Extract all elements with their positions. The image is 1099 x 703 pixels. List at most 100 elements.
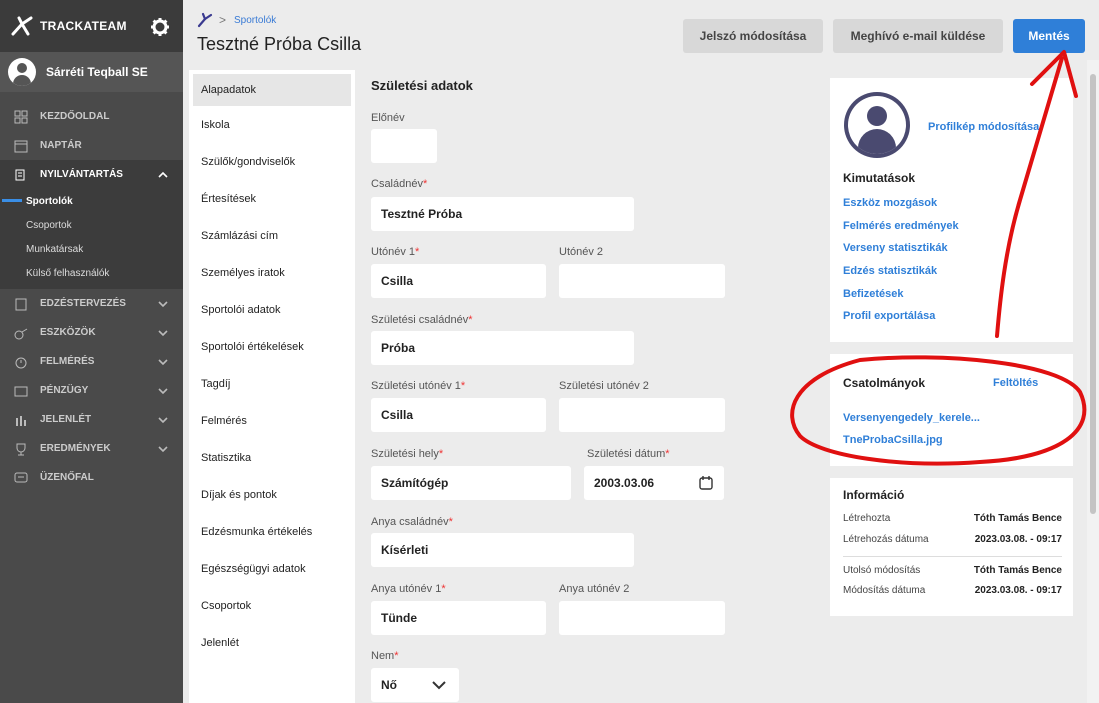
breadcrumb: > Sportolók	[197, 12, 276, 28]
scrollbar[interactable]	[1087, 60, 1099, 703]
field-label: Utónév 1*	[371, 246, 419, 258]
birth-given-name-2-input[interactable]	[559, 398, 725, 432]
birth-given-name-1-input[interactable]: Csilla	[371, 398, 546, 432]
label-text: Születési dátum	[587, 448, 666, 460]
nav-item-finance[interactable]: PÉNZÜGY	[0, 376, 183, 405]
required-mark: *	[460, 380, 466, 392]
calendar-icon	[14, 139, 28, 153]
tab-personal-documents[interactable]: Személyes iratok	[189, 254, 355, 291]
tab-billing-address[interactable]: Számlázási cím	[189, 217, 355, 254]
change-profile-photo-link[interactable]: Profilkép módosítása	[928, 121, 1039, 133]
tab-statistics[interactable]: Statisztika	[189, 439, 355, 476]
stats-title: Kimutatások	[843, 171, 916, 185]
tab-basic-data[interactable]: Alapadatok	[193, 74, 351, 106]
attachment-file-link[interactable]: TneProbaCsilla.jpg	[843, 434, 943, 446]
modified-at-label: Módosítás dátuma	[843, 585, 926, 596]
nav-item-dashboard[interactable]: KEZDŐOLDAL	[0, 102, 183, 131]
tab-training-evaluation[interactable]: Edzésmunka értékelés	[189, 513, 355, 550]
link-export-profile[interactable]: Profil exportálása	[843, 310, 935, 322]
link-assessment-results[interactable]: Felmérés eredmények	[843, 220, 959, 232]
gender-value: Nő	[381, 678, 397, 692]
birth-date-input[interactable]: 2003.03.06	[584, 466, 724, 500]
attendance-icon	[14, 413, 28, 427]
runner-icon	[197, 12, 213, 28]
nav-item-training-plan[interactable]: EDZÉSTERVEZÉS	[0, 289, 183, 318]
sidebar-item-staff[interactable]: Munkatársak	[0, 237, 183, 261]
chevron-down-icon	[158, 417, 168, 424]
nav-item-equipment[interactable]: ESZKÖZÖK	[0, 318, 183, 347]
tab-athlete-data[interactable]: Sportolói adatok	[189, 291, 355, 328]
sub-label: Sportolók	[26, 195, 73, 207]
calendar-icon[interactable]	[698, 475, 714, 491]
wallet-icon	[14, 384, 28, 398]
created-at-value: 2023.03.08. - 09:17	[974, 534, 1062, 545]
trophy-icon	[14, 442, 28, 456]
tab-school[interactable]: Iskola	[189, 106, 355, 143]
required-mark: *	[665, 448, 670, 460]
change-password-button[interactable]: Jelszó módosítása	[683, 19, 823, 53]
sidebar: TRACKATEAM Sárréti Teqball SE KEZDŐOLDAL…	[0, 0, 183, 703]
nav-item-registry[interactable]: NYILVÁNTARTÁS	[0, 160, 183, 189]
profile-avatar[interactable]	[844, 92, 910, 158]
breadcrumb-link-athletes[interactable]: Sportolók	[234, 15, 276, 26]
tab-membership-fee[interactable]: Tagdíj	[189, 365, 355, 402]
link-competition-stats[interactable]: Verseny statisztikák	[843, 242, 948, 254]
tab-notifications[interactable]: Értesítések	[189, 180, 355, 217]
brand[interactable]: TRACKATEAM	[0, 0, 183, 52]
nav-item-results[interactable]: EREDMÉNYEK	[0, 434, 183, 463]
runner-logo-icon	[11, 16, 33, 36]
nav-label: FELMÉRÉS	[40, 356, 95, 367]
modified-by-value: Tóth Tamás Bence	[973, 565, 1062, 576]
avatar-inner	[848, 96, 906, 154]
link-training-stats[interactable]: Edzés statisztikák	[843, 265, 937, 277]
scrollbar-thumb[interactable]	[1090, 74, 1096, 514]
birth-family-name-input[interactable]: Próba	[371, 331, 634, 365]
mother-given-name-1-input[interactable]: Tünde	[371, 601, 546, 635]
nav-item-message-board[interactable]: ÜZENŐFAL	[0, 463, 183, 492]
sub-label: Csoportok	[26, 219, 72, 231]
tab-parents[interactable]: Szülők/gondviselők	[189, 143, 355, 180]
tab-health-data[interactable]: Egészségügyi adatok	[189, 550, 355, 587]
mother-family-name-input[interactable]: Kísérleti	[371, 533, 634, 567]
club-avatar	[8, 58, 36, 86]
nav-item-assessment[interactable]: FELMÉRÉS	[0, 347, 183, 376]
label-text: Anya utónév 1	[371, 583, 442, 595]
prefix-input[interactable]	[371, 129, 437, 163]
info-title: Információ	[843, 488, 905, 502]
mother-given-name-2-input[interactable]	[559, 601, 725, 635]
link-payments[interactable]: Befizetések	[843, 288, 904, 300]
upload-link[interactable]: Feltöltés	[993, 377, 1038, 389]
nav-item-calendar[interactable]: NAPTÁR	[0, 131, 183, 160]
label-text: Utónév 2	[559, 246, 604, 258]
field-label: Anya családnév*	[371, 516, 453, 528]
club-switcher[interactable]: Sárréti Teqball SE	[0, 52, 183, 92]
attachments-title: Csatolmányok	[843, 376, 926, 390]
sidebar-item-external-users[interactable]: Külső felhasználók	[0, 261, 183, 285]
field-label: Születési hely*	[371, 448, 443, 460]
label-text: Előnév	[371, 112, 405, 124]
send-invite-button[interactable]: Meghívó e-mail küldése	[833, 19, 1003, 53]
tab-groups[interactable]: Csoportok	[189, 587, 355, 624]
attachment-file-link[interactable]: Versenyengedely_kerele...	[843, 412, 980, 424]
save-button[interactable]: Mentés	[1013, 19, 1085, 53]
gear-icon[interactable]	[150, 17, 170, 37]
whistle-icon	[14, 326, 28, 340]
nav-item-attendance[interactable]: JELENLÉT	[0, 405, 183, 434]
required-mark: *	[438, 448, 444, 460]
required-mark: *	[415, 246, 420, 258]
birth-place-input[interactable]: Számítógép	[371, 466, 571, 500]
registry-icon	[14, 168, 28, 182]
info-panel: Információ Létrehozta Tóth Tamás Bence L…	[830, 478, 1073, 616]
tab-attendance[interactable]: Jelenlét	[189, 624, 355, 661]
sidebar-item-athletes[interactable]: Sportolók	[0, 189, 183, 213]
link-equipment-movements[interactable]: Eszköz mozgások	[843, 197, 937, 209]
tab-athlete-evaluations[interactable]: Sportolói értékelések	[189, 328, 355, 365]
given-name-2-input[interactable]	[559, 264, 725, 298]
sidebar-item-groups[interactable]: Csoportok	[0, 213, 183, 237]
info-divider	[843, 556, 1062, 557]
tab-awards-points[interactable]: Díjak és pontok	[189, 476, 355, 513]
family-name-input[interactable]: Tesztné Próba	[371, 197, 634, 231]
gender-select[interactable]: Nő	[371, 668, 459, 702]
tab-assessment[interactable]: Felmérés	[189, 402, 355, 439]
given-name-1-input[interactable]: Csilla	[371, 264, 546, 298]
